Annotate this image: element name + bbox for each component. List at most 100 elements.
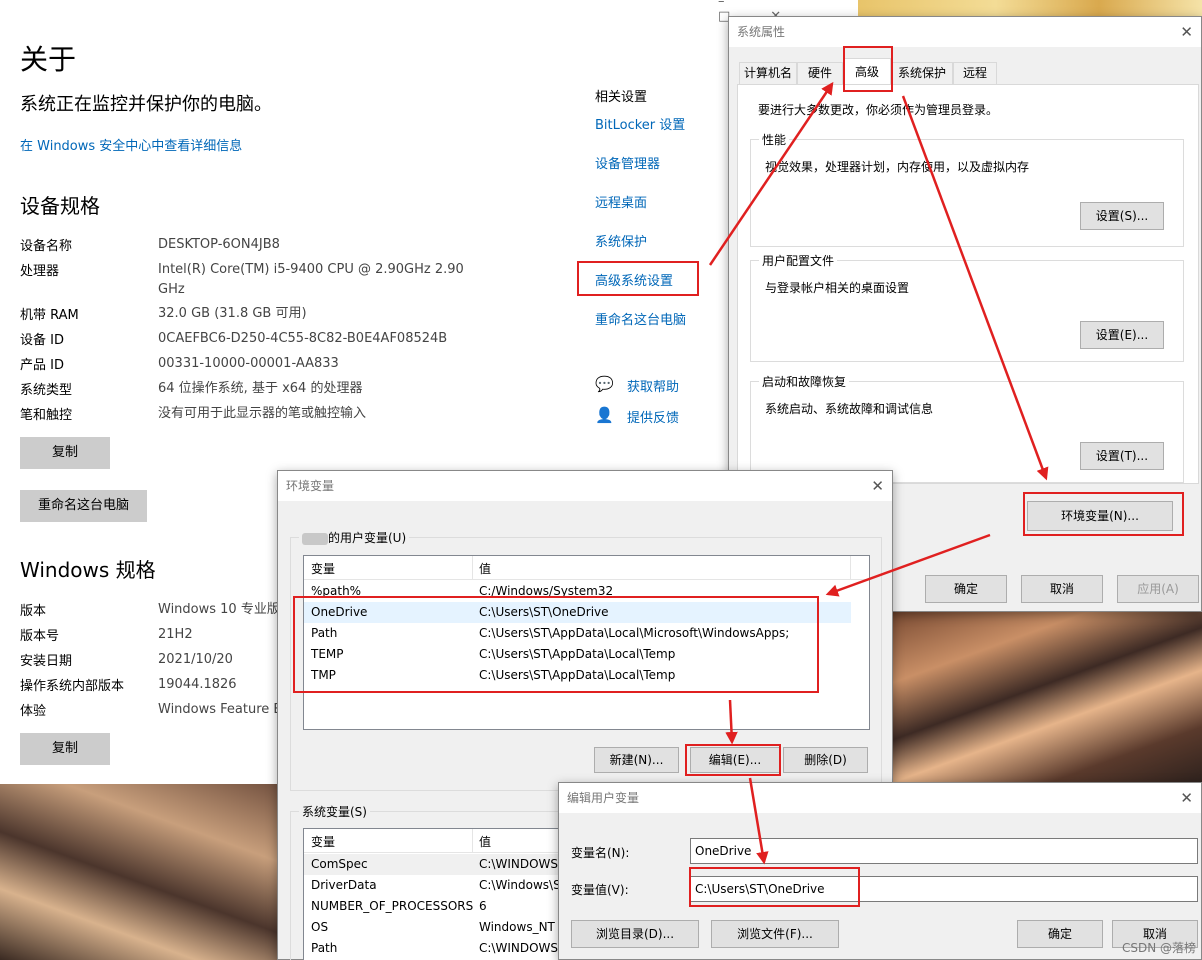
tab-remote[interactable]: 远程 xyxy=(953,62,997,84)
get-help-link[interactable]: 获取帮助 xyxy=(627,376,679,395)
device-manager-link[interactable]: 设备管理器 xyxy=(595,153,660,172)
rename-pc-button[interactable]: 重命名这台电脑 xyxy=(20,490,147,522)
list-item[interactable]: OneDrive C:\Users\ST\OneDrive xyxy=(304,602,851,623)
group-description: 系统启动、系统故障和调试信息 xyxy=(765,402,934,416)
variable-name: NUMBER_OF_PROCESSORS xyxy=(311,899,474,913)
spec-key: 系统类型 xyxy=(20,383,73,398)
advanced-system-settings-link[interactable]: 高级系统设置 xyxy=(595,270,673,289)
browse-file-button[interactable]: 浏览文件(F)... xyxy=(711,920,839,948)
system-vars-label: 系统变量(S) xyxy=(299,803,370,820)
variable-name: ComSpec xyxy=(311,857,368,871)
bitlocker-settings-link[interactable]: BitLocker 设置 xyxy=(595,114,685,133)
column-header-value[interactable]: 值 xyxy=(479,833,491,850)
blurred-username xyxy=(302,532,328,545)
related-settings-heading: 相关设置 xyxy=(595,90,648,105)
minimize-icon[interactable]: – xyxy=(718,0,765,9)
admin-note: 要进行大多数更改，你必须作为管理员登录。 xyxy=(758,103,999,117)
close-icon[interactable]: ✕ xyxy=(1180,783,1193,813)
variable-value-label: 变量值(V): xyxy=(571,883,629,897)
give-feedback-link[interactable]: 提供反馈 xyxy=(627,407,679,426)
rename-pc-link[interactable]: 重命名这台电脑 xyxy=(595,309,686,328)
spec-value: 00331-10000-00001-AA833 xyxy=(158,356,339,371)
browse-directory-button[interactable]: 浏览目录(D)... xyxy=(571,920,699,948)
user-vars-label: 的用户变量(U) xyxy=(328,531,407,545)
group-description: 视觉效果，处理器计划，内存使用，以及虚拟内存 xyxy=(765,160,1030,174)
security-center-link[interactable]: 在 Windows 安全中心中查看详细信息 xyxy=(20,135,242,154)
column-header-value[interactable]: 值 xyxy=(479,560,491,577)
ok-button[interactable]: 确定 xyxy=(925,575,1007,603)
variable-value: 6 xyxy=(479,899,487,913)
user-profiles-settings-button[interactable]: 设置(E)... xyxy=(1080,321,1164,349)
background-artwork xyxy=(892,612,1202,784)
close-icon[interactable]: ✕ xyxy=(871,471,884,501)
page-title: 关于 xyxy=(20,43,77,76)
column-header-variable[interactable]: 变量 xyxy=(311,560,335,577)
list-item[interactable]: %path% C:/Windows/System32 xyxy=(304,581,851,602)
tab-hardware[interactable]: 硬件 xyxy=(797,62,843,84)
system-protection-link[interactable]: 系统保护 xyxy=(595,231,647,250)
spec-key: 版本号 xyxy=(20,629,60,644)
variable-name-label: 变量名(N): xyxy=(571,846,630,860)
variable-name: %path% xyxy=(311,584,362,598)
edit-user-variable-button[interactable]: 编辑(E)... xyxy=(690,747,780,773)
variable-name-field[interactable]: OneDrive xyxy=(690,838,1198,864)
copy-device-specs-button[interactable]: 复制 xyxy=(20,437,110,469)
spec-key: 安装日期 xyxy=(20,654,73,669)
environment-variables-button[interactable]: 环境变量(N)... xyxy=(1027,501,1173,531)
list-item[interactable]: TEMP C:\Users\ST\AppData\Local\Temp xyxy=(304,644,851,665)
watermark: CSDN @落榜 xyxy=(1121,941,1196,955)
dialog-titlebar: 编辑用户变量 ✕ xyxy=(559,783,1201,813)
spec-key: 体验 xyxy=(20,704,47,719)
group-label: 用户配置文件 xyxy=(759,252,838,269)
variable-value: C:\WINDOWS xyxy=(479,857,559,871)
list-item[interactable]: Path C:\Users\ST\AppData\Local\Microsoft\… xyxy=(304,623,851,644)
new-user-variable-button[interactable]: 新建(N)... xyxy=(594,747,679,773)
spec-value: 0CAEFBC6-D250-4C55-8C82-B0E4AF08524B xyxy=(158,331,448,346)
spec-value: Intel(R) Core(TM) i5-9400 CPU @ 2.90GHz … xyxy=(158,262,464,297)
spec-value: 没有可用于此显示器的笔或触控输入 xyxy=(158,406,367,421)
help-icon: 💬 xyxy=(595,375,614,393)
background-artwork xyxy=(0,784,300,960)
copy-windows-specs-button[interactable]: 复制 xyxy=(20,733,110,765)
startup-settings-button[interactable]: 设置(T)... xyxy=(1080,442,1164,470)
variable-name: OneDrive xyxy=(311,605,368,619)
column-header-variable[interactable]: 变量 xyxy=(311,833,335,850)
dialog-title: 系统属性 xyxy=(737,25,786,39)
variable-name: OS xyxy=(311,920,329,934)
tab-advanced[interactable]: 高级 xyxy=(843,58,891,85)
list-item[interactable]: TMP C:\Users\ST\AppData\Local\Temp xyxy=(304,665,851,686)
user-variables-list[interactable]: 变量 值 %path% C:/Windows/System32 OneDrive C… xyxy=(303,555,870,730)
ok-button[interactable]: 确定 xyxy=(1017,920,1103,948)
variable-value: C:\WINDOWS xyxy=(479,941,559,955)
dialog-titlebar: 环境变量 ✕ xyxy=(278,471,892,501)
advanced-tab-panel: 要进行大多数更改，你必须作为管理员登录。 性能 视觉效果，处理器计划，内存使用，… xyxy=(737,84,1199,484)
close-icon[interactable]: ✕ xyxy=(1180,17,1193,47)
performance-settings-button[interactable]: 设置(S)... xyxy=(1080,202,1164,230)
spec-value: 64 位操作系统, 基于 x64 的处理器 xyxy=(158,381,363,396)
variable-value: C:\Users\ST\AppData\Local\Temp xyxy=(479,668,676,682)
startup-recovery-group: 启动和故障恢复 系统启动、系统故障和调试信息 设置(T)... xyxy=(750,373,1184,483)
dialog-title: 环境变量 xyxy=(286,479,335,493)
variable-name: TEMP xyxy=(311,647,344,661)
feedback-icon: 👤 xyxy=(595,406,614,424)
variable-value: C:\Windows\S xyxy=(479,878,561,892)
variable-value-field[interactable]: C:\Users\ST\OneDrive xyxy=(690,876,1198,902)
spec-value: DESKTOP-6ON4JB8 xyxy=(158,237,280,252)
tab-system-protection[interactable]: 系统保护 xyxy=(891,62,953,84)
dialog-title: 编辑用户变量 xyxy=(567,791,640,805)
delete-user-variable-button[interactable]: 删除(D) xyxy=(783,747,868,773)
spec-key: 处理器 xyxy=(20,264,60,279)
tab-computer-name[interactable]: 计算机名 xyxy=(739,62,797,84)
cancel-button[interactable]: 取消 xyxy=(1021,575,1103,603)
variable-name: TMP xyxy=(311,668,336,682)
group-label: 的用户变量(U) xyxy=(299,529,410,546)
user-profiles-group: 用户配置文件 与登录帐户相关的桌面设置 设置(E)... xyxy=(750,252,1184,362)
edit-user-variable-dialog: 编辑用户变量 ✕ 变量名(N): OneDrive 变量值(V): C:\User… xyxy=(558,782,1202,960)
group-label: 启动和故障恢复 xyxy=(759,373,850,390)
variable-name: Path xyxy=(311,626,338,640)
apply-button[interactable]: 应用(A) xyxy=(1117,575,1199,603)
remote-desktop-link[interactable]: 远程桌面 xyxy=(595,192,647,211)
variable-value: C:\Users\ST\AppData\Local\Temp xyxy=(479,647,676,661)
spec-key: 笔和触控 xyxy=(20,408,73,423)
variable-name: Path xyxy=(311,941,338,955)
